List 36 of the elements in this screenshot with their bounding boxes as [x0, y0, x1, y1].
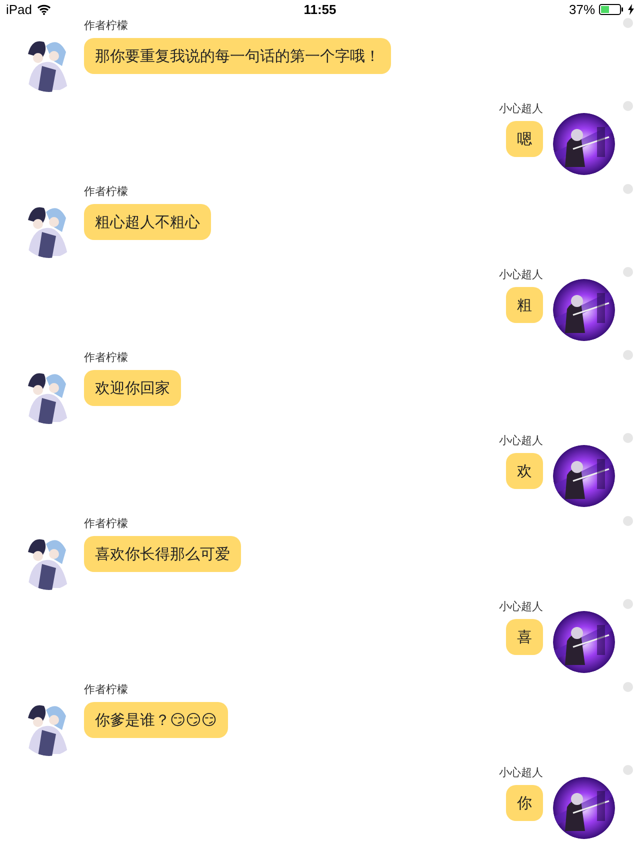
sender-name: 小心超人: [499, 434, 543, 448]
message-bubble: 你: [506, 785, 543, 821]
status-dot: [623, 765, 633, 775]
battery-icon: [599, 4, 624, 14]
message-bubble: 喜欢你长得那么可爱: [84, 536, 241, 572]
status-dot: [623, 350, 633, 360]
sender-name: 小心超人: [499, 766, 543, 780]
sender-name: 作者柠檬: [84, 185, 128, 199]
message-bubble: 那你要重复我说的每一句话的第一个字哦！: [84, 38, 391, 74]
sender-name: 小心超人: [499, 102, 543, 116]
clock: 11:55: [304, 2, 336, 16]
wifi-icon: [37, 4, 52, 14]
status-dot: [623, 516, 633, 526]
message-bubble: 粗心超人不粗心: [84, 204, 211, 240]
sender-name: 小心超人: [499, 268, 543, 282]
sender-name: 作者柠檬: [84, 683, 128, 697]
message-bubble: 你爹是谁？😏😏😏: [84, 702, 228, 738]
status-dot: [623, 599, 633, 609]
sender-name: 作者柠檬: [84, 517, 128, 531]
status-dot: [623, 267, 633, 277]
status-dot: [623, 433, 633, 443]
battery-percent: 37%: [568, 2, 596, 16]
status-dot: [623, 184, 633, 194]
message-bubble: 粗: [506, 287, 543, 323]
message-bubble: 喜: [506, 619, 543, 655]
message-bubble: 欢迎你回家: [84, 370, 181, 406]
message-bubble: 欢: [506, 453, 543, 489]
charging-icon: [628, 4, 634, 14]
sender-name: 作者柠檬: [84, 19, 128, 33]
message-bubble: 嗯: [506, 121, 543, 157]
device-name: iPad: [6, 2, 32, 16]
status-dot: [623, 682, 633, 692]
status-dot: [623, 101, 633, 111]
status-dot: [623, 18, 633, 28]
sender-name: 小心超人: [499, 600, 543, 614]
sender-name: 作者柠檬: [84, 351, 128, 365]
